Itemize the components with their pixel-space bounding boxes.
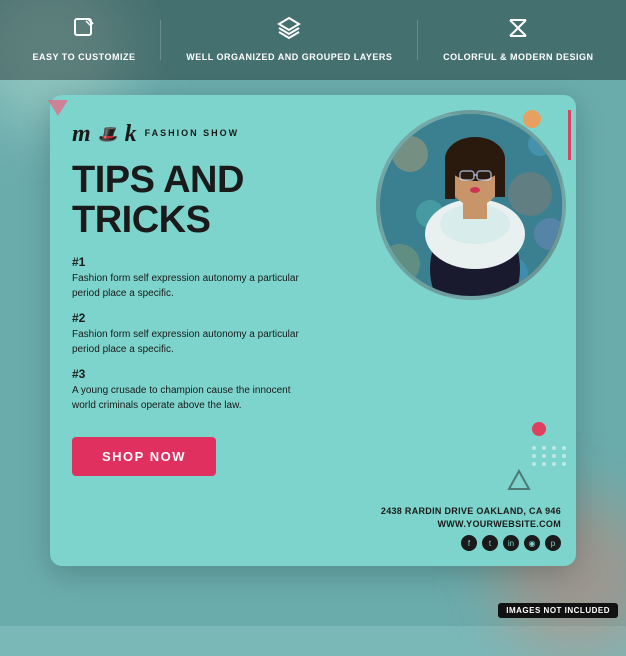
tip-item-3: #3 A young crusade to champion cause the… bbox=[72, 367, 556, 413]
topbar-item-colorful: COLORFUL & MODERN DESIGN bbox=[443, 16, 593, 64]
tip-item-2: #2 Fashion form self expression autonomy… bbox=[72, 311, 556, 357]
divider-1 bbox=[160, 20, 161, 60]
deco-orange-dot bbox=[523, 110, 541, 128]
logo-subtext: FASHION SHOW bbox=[145, 128, 240, 138]
card-inner: m 🎩 k FASHION SHOW TIPS AND TRICKS #1 Fa… bbox=[50, 95, 576, 566]
twitter-icon[interactable]: t bbox=[482, 535, 498, 551]
instagram-icon[interactable]: ◉ bbox=[524, 535, 540, 551]
design-icon bbox=[506, 16, 530, 46]
tip-number-2: #2 bbox=[72, 311, 556, 325]
circle-image bbox=[376, 110, 566, 300]
bottom-label: IMAGES NOT INCLUDED bbox=[498, 603, 618, 618]
main-card: m 🎩 k FASHION SHOW TIPS AND TRICKS #1 Fa… bbox=[50, 95, 576, 566]
deco-line-red bbox=[568, 110, 571, 160]
tip-text-2: Fashion form self expression autonomy a … bbox=[72, 327, 312, 357]
tip-number-3: #3 bbox=[72, 367, 556, 381]
deco-triangle-outline bbox=[507, 469, 531, 491]
linkedin-icon[interactable]: in bbox=[503, 535, 519, 551]
shop-now-button[interactable]: SHOP NOW bbox=[72, 437, 216, 476]
tip-text-3: A young crusade to champion cause the in… bbox=[72, 383, 312, 413]
topbar-item-customize: EASY TO CUSTOMIZE bbox=[32, 16, 135, 64]
customize-icon bbox=[72, 16, 96, 46]
customize-label: EASY TO CUSTOMIZE bbox=[32, 52, 135, 64]
social-icons: f t in ◉ p bbox=[381, 535, 561, 551]
tip-text-1: Fashion form self expression autonomy a … bbox=[72, 271, 312, 301]
logo-icon: m 🎩 k bbox=[72, 117, 137, 149]
facebook-icon[interactable]: f bbox=[461, 535, 477, 551]
footer-area: 2438 RARDIN DRIVE OAKLAND, CA 946 WWW.YO… bbox=[381, 506, 561, 551]
deco-dot-red bbox=[532, 422, 546, 436]
pinterest-icon[interactable]: p bbox=[545, 535, 561, 551]
footer-address: 2438 RARDIN DRIVE OAKLAND, CA 946 bbox=[381, 506, 561, 516]
layers-icon bbox=[277, 16, 301, 46]
deco-triangle-pink bbox=[48, 100, 68, 116]
organized-label: WELL ORGANIZED AND GROUPED LAYERS bbox=[186, 52, 392, 64]
footer-website: WWW.YOURWEBSITE.COM bbox=[381, 519, 561, 529]
deco-dots-grid bbox=[532, 446, 568, 466]
top-bar: EASY TO CUSTOMIZE WELL ORGANIZED AND GRO… bbox=[0, 0, 626, 80]
colorful-label: COLORFUL & MODERN DESIGN bbox=[443, 52, 593, 64]
topbar-item-organized: WELL ORGANIZED AND GROUPED LAYERS bbox=[186, 16, 392, 64]
image-placeholder bbox=[380, 114, 562, 296]
divider-2 bbox=[417, 20, 418, 60]
